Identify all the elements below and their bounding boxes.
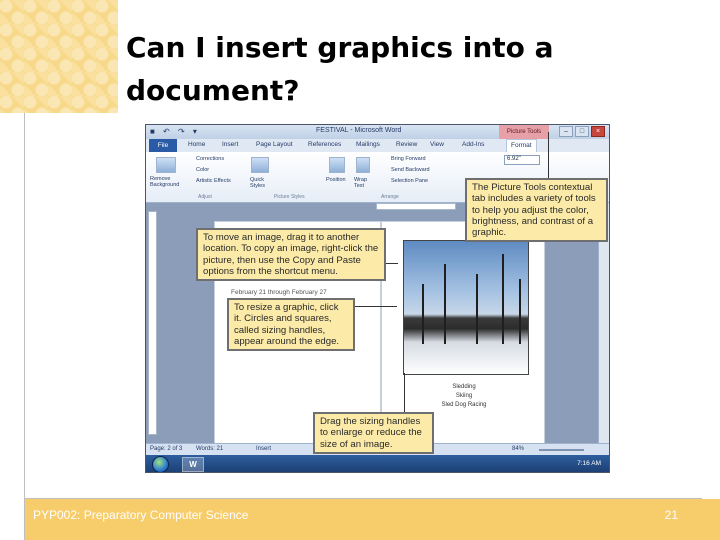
word-titlebar: ■ ↶ ↷ ▾ FESTIVAL - Microsoft Word Pictur…: [146, 125, 609, 139]
taskbar: W 7:16 AM: [146, 455, 609, 472]
word-taskbar-icon[interactable]: W: [182, 457, 204, 472]
callout-move-image: To move an image, drag it to another loc…: [196, 228, 386, 282]
tab-mailings[interactable]: Mailings: [356, 141, 380, 148]
corner-pattern: [0, 0, 118, 113]
maximize-icon[interactable]: □: [575, 126, 589, 137]
callout-resize: To resize a graphic, click it. Circles a…: [227, 298, 355, 352]
arrow-move-image: [386, 263, 398, 264]
bring-forward-button[interactable]: Bring Forward: [391, 156, 426, 162]
left-divider: [24, 113, 25, 540]
color-button[interactable]: Color: [196, 167, 209, 173]
zoom-slider[interactable]: [539, 449, 584, 451]
selection-pane-button[interactable]: Selection Pane: [391, 178, 428, 184]
arrow-sizing-handles: [404, 373, 405, 412]
clock: 7:16 AM: [577, 460, 601, 467]
arrow-resize: [355, 306, 397, 307]
tab-home[interactable]: Home: [188, 141, 205, 148]
winter-photo[interactable]: [403, 240, 529, 375]
status-mode[interactable]: Insert: [256, 446, 271, 452]
position-icon[interactable]: [329, 157, 345, 173]
footer-bar: PYP002: Preparatory Computer Science 21: [25, 499, 720, 540]
callout-sizing-handles: Drag the sizing handles to enlarge or re…: [313, 412, 434, 454]
slide-title: Can I insert graphics into a document?: [126, 31, 554, 107]
tree-shape: [502, 254, 504, 344]
status-page[interactable]: Page: 2 of 3: [150, 446, 182, 452]
tab-references[interactable]: References: [308, 141, 341, 148]
remove-background-button[interactable]: Remove Background: [150, 176, 188, 188]
position-button[interactable]: Position: [326, 177, 346, 183]
tab-format[interactable]: Format: [506, 139, 537, 152]
callout-picture-tools: The Picture Tools contextual tab include…: [465, 178, 608, 243]
quick-styles-button[interactable]: Quick Styles: [250, 177, 272, 189]
picture-tools-tab[interactable]: Picture Tools: [499, 125, 549, 139]
remove-background-icon[interactable]: [156, 157, 176, 173]
ribbon-tabs: File Home Insert Page Layout References …: [146, 139, 609, 152]
window-controls: – □ ×: [559, 126, 605, 137]
tab-view[interactable]: View: [430, 141, 444, 148]
wrap-text-button[interactable]: Wrap Text: [354, 177, 374, 189]
page-number: 21: [664, 508, 678, 522]
caption-skiing: Skiing: [455, 393, 473, 399]
caption-sledding: Sledding: [452, 384, 476, 390]
tab-review[interactable]: Review: [396, 141, 417, 148]
course-name: PYP002: Preparatory Computer Science: [33, 508, 249, 522]
tree-shape: [519, 279, 521, 344]
arrow-picture-tools: [548, 132, 549, 178]
height-field[interactable]: 6.92": [504, 155, 540, 165]
quick-access-toolbar[interactable]: ■ ↶ ↷ ▾: [150, 127, 200, 136]
status-words[interactable]: Words: 21: [196, 446, 223, 452]
corrections-button[interactable]: Corrections: [196, 156, 224, 162]
send-backward-button[interactable]: Send Backward: [391, 167, 430, 173]
tab-file[interactable]: File: [149, 139, 177, 152]
tab-add-ins[interactable]: Add-Ins: [462, 141, 484, 148]
group-picture-styles: Picture Styles: [274, 194, 305, 200]
tree-shape: [444, 264, 446, 344]
group-arrange: Arrange: [381, 194, 399, 200]
zoom-level[interactable]: 84%: [512, 446, 524, 452]
horizontal-ruler: [376, 203, 456, 210]
caption-sled-dog-racing: Sled Dog Racing: [441, 402, 487, 408]
quick-styles-icon[interactable]: [251, 157, 269, 173]
close-icon[interactable]: ×: [591, 126, 605, 137]
tree-shape: [422, 284, 424, 344]
tab-page-layout[interactable]: Page Layout: [256, 141, 293, 148]
wrap-text-icon[interactable]: [356, 157, 370, 173]
date-text: February 21 through February 27: [231, 289, 327, 296]
group-adjust: Adjust: [198, 194, 212, 200]
window-title: FESTIVAL - Microsoft Word: [316, 127, 402, 134]
tree-shape: [476, 274, 478, 344]
start-icon[interactable]: [152, 456, 169, 472]
artistic-effects-button[interactable]: Artistic Effects: [196, 178, 231, 184]
minimize-icon[interactable]: –: [559, 126, 573, 137]
vertical-ruler: [148, 211, 157, 435]
tab-insert[interactable]: Insert: [222, 141, 238, 148]
